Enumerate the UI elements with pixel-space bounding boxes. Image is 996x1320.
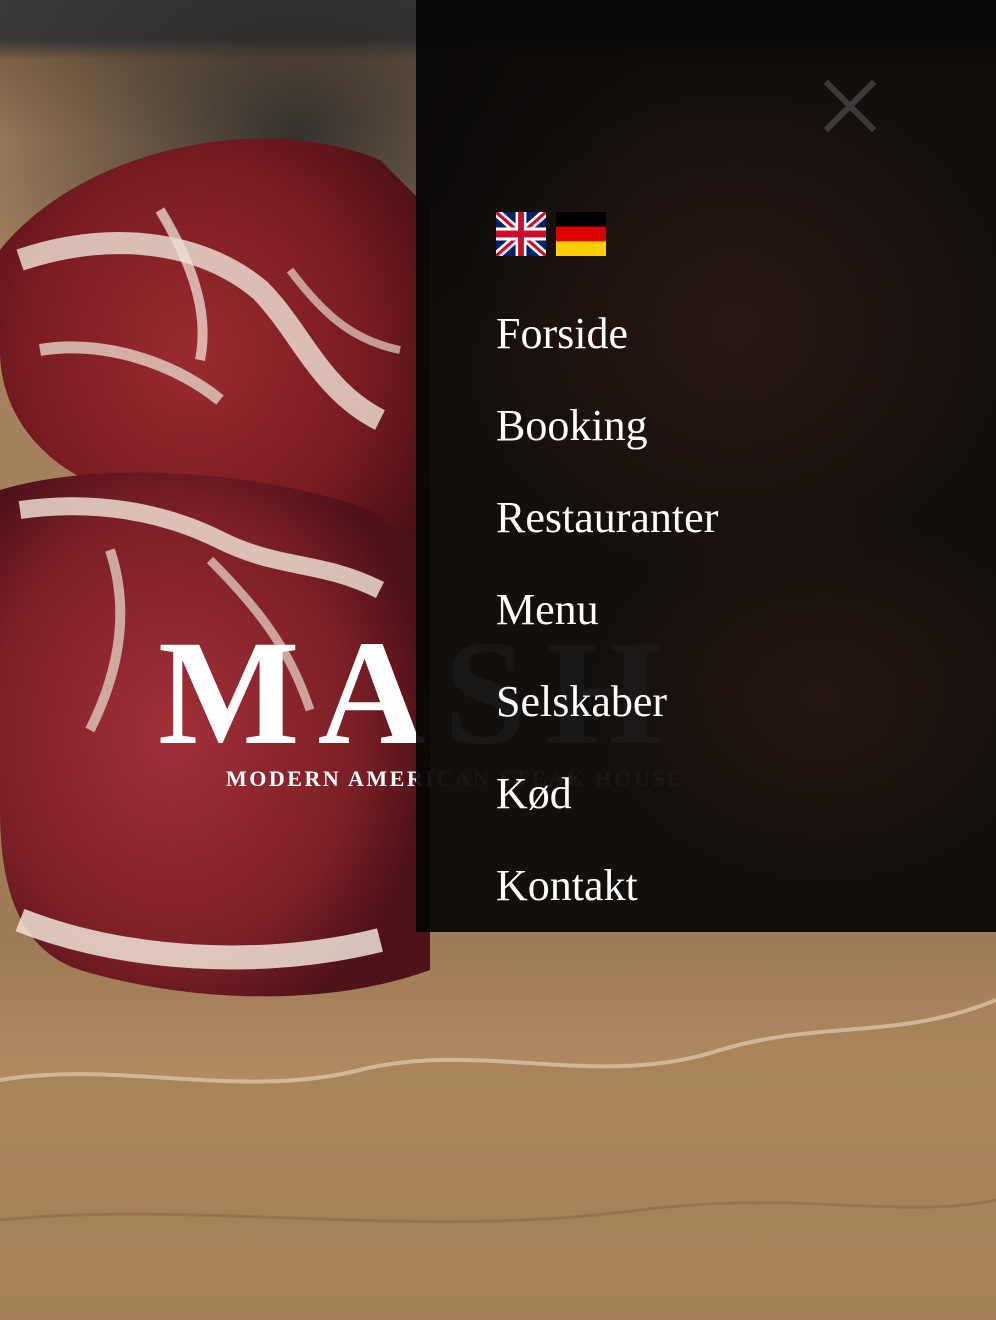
- steak-image: [0, 138, 430, 997]
- language-switcher: [496, 212, 606, 256]
- nav-link-selskaber[interactable]: Selskaber: [496, 677, 667, 726]
- close-menu-button[interactable]: [820, 76, 880, 136]
- nav-item-booking: Booking: [496, 380, 718, 472]
- page: MASH MODERN AMERICAN STEAK HOUSE: [0, 0, 996, 1320]
- nav-link-restauranter[interactable]: Restauranter: [496, 493, 718, 542]
- nav-link-forside[interactable]: Forside: [496, 309, 628, 358]
- nav-item-forside: Forside: [496, 288, 718, 380]
- language-german-button[interactable]: [556, 212, 606, 256]
- nav-link-menu[interactable]: Menu: [496, 585, 599, 634]
- nav-link-kontakt[interactable]: Kontakt: [496, 861, 638, 910]
- nav-link-kod[interactable]: Kød: [496, 769, 572, 818]
- close-icon: [823, 79, 877, 133]
- main-nav-list: Forside Booking Restauranter Menu Selska…: [496, 288, 718, 932]
- navigation-menu-panel: Forside Booking Restauranter Menu Selska…: [416, 0, 996, 932]
- nav-item-kod: Kød: [496, 748, 718, 840]
- nav-item-kontakt: Kontakt: [496, 840, 718, 932]
- nav-item-selskaber: Selskaber: [496, 656, 718, 748]
- uk-flag-icon: [496, 212, 546, 256]
- nav-item-restauranter: Restauranter: [496, 472, 718, 564]
- butcher-paper: [0, 998, 996, 1320]
- nav-item-menu: Menu: [496, 564, 718, 656]
- language-english-button[interactable]: [496, 212, 546, 256]
- german-flag-icon: [556, 212, 606, 256]
- nav-link-booking[interactable]: Booking: [496, 401, 648, 450]
